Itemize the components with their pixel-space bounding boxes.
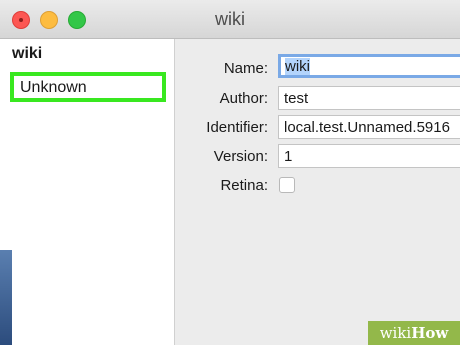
retina-label: Retina: xyxy=(220,177,268,194)
author-label: Author: xyxy=(219,90,268,107)
desktop-background xyxy=(0,250,12,345)
app-window: wiki wiki Unknown Name: wiki Author: tes… xyxy=(0,0,460,345)
title-bar[interactable]: wiki xyxy=(0,0,460,39)
author-field[interactable]: test xyxy=(278,86,460,110)
version-label: Version: xyxy=(213,148,268,165)
watermark-prefix: wiki xyxy=(379,324,412,342)
version-field[interactable]: 1 xyxy=(278,144,460,168)
name-label: Name: xyxy=(223,60,268,77)
retina-checkbox[interactable] xyxy=(279,177,295,193)
settings-panel xyxy=(175,39,460,345)
name-field[interactable]: wiki xyxy=(278,54,460,78)
sidebar: wiki Unknown xyxy=(0,39,175,345)
name-value: wiki xyxy=(285,58,310,75)
sidebar-item-unknown[interactable]: Unknown xyxy=(10,72,166,102)
sidebar-header: wiki xyxy=(12,45,43,62)
identifier-field[interactable]: local.test.Unnamed.5916 xyxy=(278,115,460,139)
watermark-suffix: How xyxy=(411,324,449,342)
wikihow-watermark: wikiHow xyxy=(368,321,460,345)
identifier-label: Identifier: xyxy=(206,119,268,136)
window-title: wiki xyxy=(215,9,245,29)
sidebar-item-label: Unknown xyxy=(20,79,87,96)
